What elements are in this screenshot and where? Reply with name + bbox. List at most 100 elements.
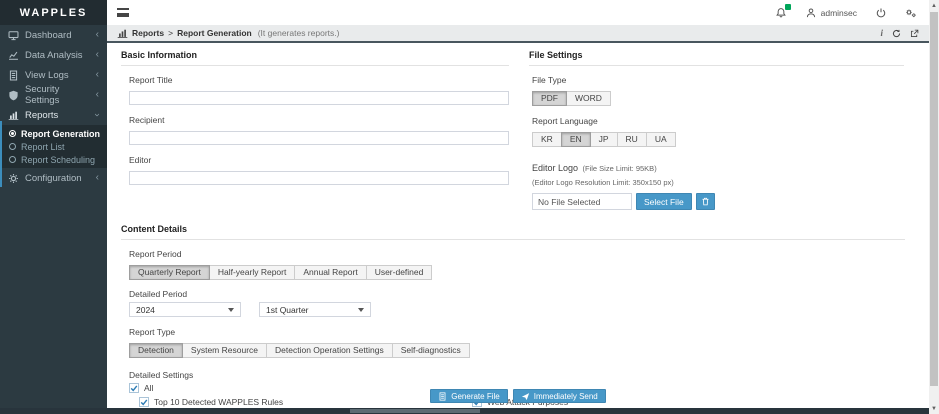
generate-file-button[interactable]: Generate File (430, 389, 507, 403)
sidebar-item-data-analysis[interactable]: Data Analysis ‹ (0, 45, 107, 65)
user-icon (805, 7, 817, 19)
breadcrumb-tools: i (880, 28, 919, 38)
quarter-select-value: 1st Quarter (266, 305, 309, 315)
chevron-left-icon: ‹ (96, 30, 99, 40)
shield-icon (8, 90, 19, 101)
sidebar-nav: Dashboard ‹ Data Analysis ‹ View Logs ‹ … (0, 25, 107, 188)
file-type-pdf-button[interactable]: PDF (532, 91, 567, 106)
sidebar-item-reports[interactable]: Reports ‹ (0, 105, 107, 125)
refresh-icon[interactable] (892, 29, 901, 38)
file-type-word-button[interactable]: WORD (566, 91, 611, 106)
report-title-input[interactable] (129, 91, 509, 105)
gears-icon (905, 7, 917, 19)
app-logo: WAPPLES (0, 0, 107, 25)
quarter-select[interactable]: 1st Quarter (259, 302, 371, 317)
sidebar-item-dashboard[interactable]: Dashboard ‹ (0, 25, 107, 45)
breadcrumb-section[interactable]: Reports (132, 28, 164, 38)
user-menu[interactable]: adminsec (805, 7, 857, 19)
logout-button[interactable] (875, 7, 887, 19)
sidebar-item-security-settings[interactable]: Security Settings ‹ (0, 85, 107, 105)
info-icon[interactable]: i (880, 28, 883, 38)
notifications-button[interactable] (775, 7, 787, 19)
year-select[interactable]: 2024 (129, 302, 241, 317)
sidebar-item-report-list[interactable]: Report List (0, 140, 107, 153)
period-user-defined-button[interactable]: User-defined (366, 265, 433, 280)
generate-file-label: Generate File (451, 392, 499, 401)
section-title: Basic Information (121, 50, 509, 60)
document-icon (8, 70, 19, 81)
select-file-button[interactable]: Select File (636, 193, 692, 210)
sidebar-item-view-logs[interactable]: View Logs ‹ (0, 65, 107, 85)
editor-logo-label: Editor Logo (532, 163, 578, 173)
bullet-icon (9, 143, 16, 150)
username: adminsec (821, 8, 857, 18)
sidebar-item-label: Data Analysis (25, 50, 83, 61)
immediately-send-button[interactable]: Immediately Send (513, 389, 606, 403)
report-period-group: Quarterly Report Half-yearly Report Annu… (129, 265, 432, 280)
file-type-group: PDF WORD (532, 91, 611, 106)
language-ru-button[interactable]: RU (617, 132, 647, 147)
chevron-down-icon (228, 308, 234, 312)
language-ua-button[interactable]: UA (646, 132, 676, 147)
sidebar-item-report-scheduling[interactable]: Report Scheduling (0, 153, 107, 166)
breadcrumb-note: (It generates reports.) (258, 28, 340, 38)
language-kr-button[interactable]: KR (532, 132, 562, 147)
section-title: File Settings (529, 50, 904, 60)
sidebar-item-configuration[interactable]: Configuration ‹ (0, 168, 107, 188)
language-jp-button[interactable]: JP (590, 132, 618, 147)
sidebar-item-report-generation[interactable]: Report Generation (0, 127, 107, 140)
sidebar-item-label: Dashboard (25, 30, 71, 41)
scroll-down-icon[interactable]: ▼ (929, 403, 939, 414)
chevron-left-icon: ‹ (96, 70, 99, 80)
main-area: adminsec Reports > Report Generation (It… (107, 0, 929, 408)
recipient-input[interactable] (129, 131, 509, 145)
notification-badge (785, 4, 791, 10)
immediately-send-label: Immediately Send (534, 392, 598, 401)
period-annual-button[interactable]: Annual Report (294, 265, 366, 280)
type-detection-operation-button[interactable]: Detection Operation Settings (266, 343, 393, 358)
selected-file-display: No File Selected (532, 193, 632, 210)
period-quarterly-button[interactable]: Quarterly Report (129, 265, 210, 280)
sidebar-subitem-label: Report List (21, 142, 65, 152)
sidebar: WAPPLES Dashboard ‹ Data Analysis ‹ View… (0, 0, 107, 414)
sidebar-active-accent (0, 121, 2, 187)
divider (121, 239, 905, 240)
chevron-down-icon: ‹ (92, 113, 102, 116)
sidebar-toggle-icon[interactable] (117, 8, 129, 17)
topbar-right: adminsec (775, 7, 917, 19)
delete-logo-button[interactable] (696, 193, 715, 210)
power-icon (875, 7, 887, 19)
breadcrumb-page: Report Generation (177, 28, 252, 38)
send-icon (521, 392, 530, 401)
detailed-period-label: Detailed Period (129, 289, 905, 299)
divider (121, 65, 509, 66)
editor-input[interactable] (129, 171, 509, 185)
editor-logo-resolution-limit: (Editor Logo Resolution Limit: 350x150 p… (532, 178, 904, 187)
year-select-value: 2024 (136, 305, 155, 315)
active-bullet-icon (9, 130, 16, 137)
horizontal-scrollbar[interactable] (0, 408, 929, 414)
content-details-section: Content Details Report Period Quarterly … (121, 224, 905, 414)
chevron-left-icon: ‹ (96, 173, 99, 183)
scroll-up-icon[interactable]: ▲ (929, 0, 939, 11)
editor-label: Editor (129, 155, 509, 165)
reports-submenu: Report Generation Report List Report Sch… (0, 125, 107, 168)
type-detection-button[interactable]: Detection (129, 343, 183, 358)
topbar: adminsec (107, 0, 929, 25)
file-icon (438, 392, 447, 401)
chevron-down-icon (358, 308, 364, 312)
type-self-diagnostics-button[interactable]: Self-diagnostics (392, 343, 470, 358)
popout-icon[interactable] (910, 29, 919, 38)
horizontal-scroll-thumb[interactable] (350, 409, 480, 413)
line-chart-icon (8, 50, 19, 61)
system-settings-button[interactable] (905, 7, 917, 19)
vertical-scrollbar[interactable]: ▲ ▼ (929, 0, 939, 414)
trash-icon (701, 197, 710, 206)
sidebar-item-label: Configuration (25, 173, 82, 184)
language-en-button[interactable]: EN (561, 132, 591, 147)
vertical-scroll-thumb[interactable] (930, 12, 938, 386)
type-system-resource-button[interactable]: System Resource (182, 343, 267, 358)
gear-icon (8, 173, 19, 184)
footer-actions: Generate File Immediately Send (107, 389, 929, 403)
period-half-yearly-button[interactable]: Half-yearly Report (209, 265, 296, 280)
